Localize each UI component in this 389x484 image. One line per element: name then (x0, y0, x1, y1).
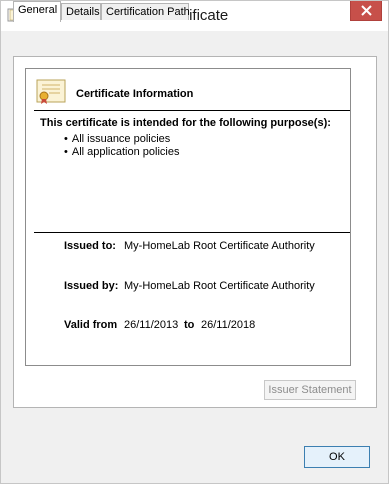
purpose-list: All issuance policies All application po… (64, 133, 180, 159)
separator (34, 232, 350, 233)
valid-to-date: 26/11/2018 (201, 319, 256, 331)
purpose-item: All issuance policies (64, 133, 179, 146)
tab-details[interactable]: Details (61, 3, 101, 20)
ok-button[interactable]: OK (304, 446, 370, 468)
valid-from-label: Valid from (64, 319, 118, 331)
separator (34, 110, 350, 111)
certificate-information-title: Certificate Information (76, 88, 194, 100)
close-button[interactable] (350, 1, 382, 21)
issued-to-value: My-HomeLab Root Certificate Authority (124, 240, 315, 252)
purpose-heading: This certificate is intended for the fol… (40, 117, 331, 129)
issued-by-value: My-HomeLab Root Certificate Authority (124, 280, 315, 292)
tab-general[interactable]: General (13, 1, 61, 22)
issued-to-label: Issued to: (64, 240, 116, 252)
issuer-statement-button[interactable]: Issuer Statement (264, 380, 356, 400)
tab-certification-path[interactable]: Certification Path (101, 3, 190, 20)
close-icon (361, 5, 372, 16)
valid-from-date: 26/11/2013 (124, 319, 179, 331)
purpose-item: All application policies (64, 146, 180, 159)
valid-to-label: to (184, 319, 195, 331)
certificate-icon (36, 79, 66, 104)
certificate-info-box: Certificate Information This certificate… (25, 68, 351, 366)
certificate-dialog: Certificate General Details Certificatio… (0, 0, 389, 484)
issued-by-label: Issued by: (64, 280, 119, 292)
